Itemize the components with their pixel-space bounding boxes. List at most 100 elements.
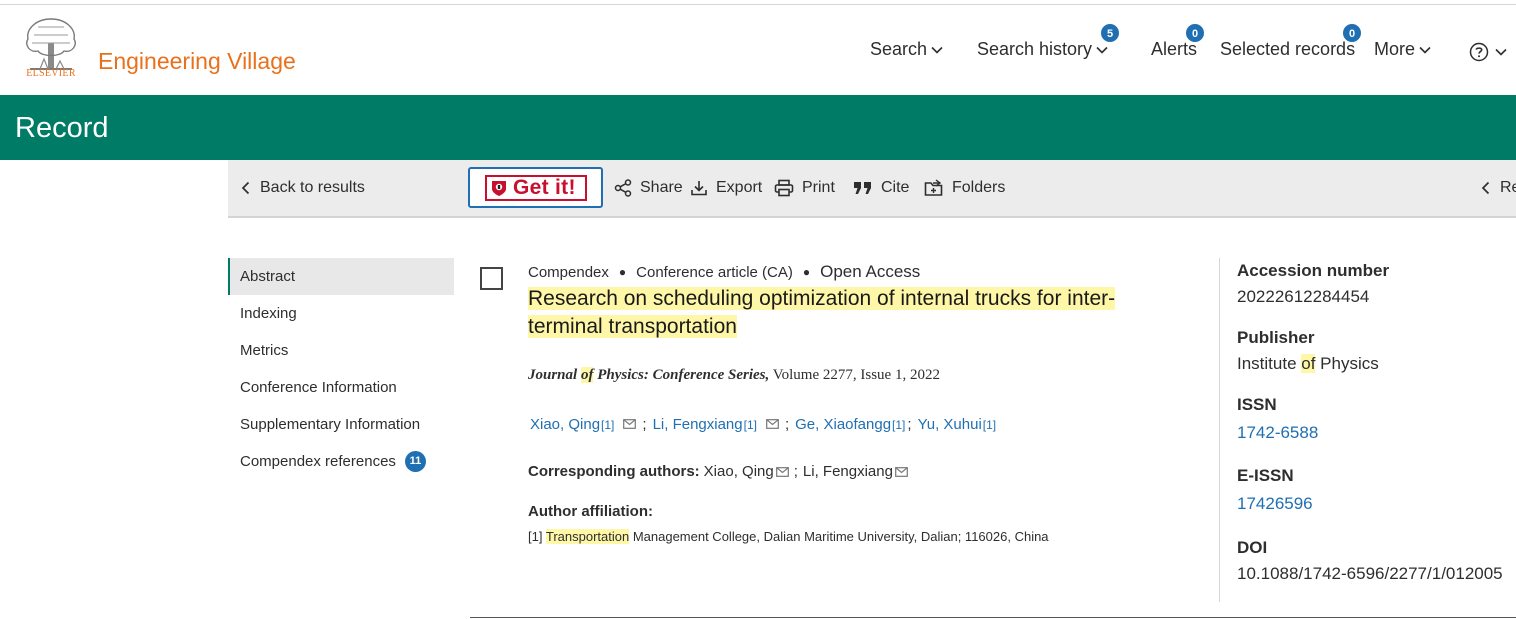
cite-label: Cite — [881, 179, 910, 196]
section-nav-supplementary-information[interactable]: Supplementary Information — [228, 406, 454, 443]
section-nav-label: Abstract — [240, 268, 296, 285]
author-link[interactable]: Xiao, Qing — [530, 416, 600, 433]
print-label: Print — [802, 179, 835, 196]
share-button[interactable]: Share — [614, 160, 683, 216]
nav-help[interactable] — [1469, 42, 1507, 62]
get-it-button[interactable]: Get it! — [468, 167, 603, 208]
chevron-left-icon — [1481, 181, 1490, 195]
affiliation-ref: [1] — [528, 529, 543, 544]
share-label: Share — [640, 179, 683, 196]
database-name: Compendex — [528, 263, 609, 281]
previous-record-link[interactable]: Re — [1480, 160, 1516, 216]
back-to-results-link[interactable]: Back to results — [240, 160, 365, 216]
chevron-down-icon — [1096, 46, 1108, 54]
email-icon[interactable] — [623, 419, 637, 429]
site-header: ELSEVIER Engineering Village Search Sear… — [0, 5, 1516, 95]
record-meta: Compendex ● Conference article (CA) ● Op… — [528, 262, 920, 282]
record-title-text: Research on scheduling optimization of i… — [528, 287, 1116, 338]
record-banner: Record — [0, 95, 1516, 160]
nav-selected-records[interactable]: Selected records — [1220, 39, 1355, 60]
record-section-nav: Abstract Indexing Metrics Conference Inf… — [228, 258, 454, 480]
author-affiliation-ref: [1] — [982, 418, 997, 432]
section-nav-label: Conference Information — [240, 379, 397, 396]
author-affiliation-ref: [1] — [743, 418, 757, 432]
section-nav-abstract[interactable]: Abstract — [228, 258, 454, 295]
issn-link[interactable]: 1742-6588 — [1237, 423, 1318, 443]
author-affiliation-ref: [1] — [892, 418, 906, 432]
folders-button[interactable]: Folders — [924, 160, 1005, 216]
page-title: Record — [15, 112, 109, 144]
selected-records-count-badge: 0 — [1342, 23, 1362, 43]
back-to-results-label: Back to results — [260, 179, 365, 196]
author-separator: ; — [784, 416, 790, 433]
nav-selected-records-label: Selected records — [1220, 39, 1356, 59]
nav-search-history[interactable]: Search history — [977, 39, 1108, 60]
meta-separator: ● — [618, 265, 627, 279]
chevron-down-icon — [1419, 46, 1431, 54]
author-separator: ; — [907, 416, 912, 433]
email-icon[interactable] — [766, 419, 779, 429]
printer-icon — [774, 179, 794, 197]
section-nav-indexing[interactable]: Indexing — [228, 295, 454, 332]
folder-add-icon — [924, 179, 943, 196]
chevron-down-icon — [931, 46, 943, 54]
volume-issue-year: Volume 2277, Issue 1, 2022 — [769, 367, 940, 383]
nav-search-history-label: Search history — [977, 39, 1093, 59]
export-button[interactable]: Export — [690, 160, 762, 216]
elsevier-wordmark: ELSEVIER — [26, 68, 76, 79]
section-nav-label: Supplementary Information — [240, 416, 421, 433]
print-button[interactable]: Print — [774, 160, 835, 216]
chevron-down-icon — [1495, 48, 1507, 56]
author-link[interactable]: Yu, Xuhui — [918, 416, 982, 433]
author-separator: ; — [642, 416, 647, 433]
select-record-checkbox[interactable] — [480, 267, 503, 290]
publisher-part: Physics — [1315, 354, 1379, 373]
eissn-label: E-ISSN — [1237, 466, 1294, 485]
publisher-value: Institute of Physics — [1237, 354, 1379, 374]
publisher-highlight: of — [1301, 354, 1316, 373]
affiliation-highlight: Transportation — [545, 529, 630, 544]
meta-separator: ● — [802, 265, 811, 279]
nav-search[interactable]: Search — [870, 39, 943, 60]
journal-name-part: Journal — [528, 367, 581, 383]
details-divider — [1219, 258, 1220, 602]
engineering-village-brand[interactable]: Engineering Village — [98, 48, 296, 75]
nav-more[interactable]: More — [1374, 39, 1431, 60]
doi-value[interactable]: 10.1088/1742-6596/2277/1/012005 — [1237, 564, 1503, 584]
publisher-part: Institute — [1237, 354, 1302, 373]
cite-button[interactable]: Cite — [853, 160, 909, 216]
journal-name-part: Physics: Conference Series, — [593, 367, 770, 383]
author-affiliation: [1] Transportation Management College, D… — [528, 529, 1049, 544]
university-seal-icon — [492, 181, 506, 196]
eissn-block: E-ISSN 17426596 — [1237, 466, 1313, 514]
author-affiliation-label: Author affiliation: — [528, 503, 653, 520]
section-nav-label: Metrics — [240, 342, 289, 359]
document-type: Conference article (CA) — [636, 263, 793, 281]
help-circle-icon — [1469, 42, 1489, 62]
author-link[interactable]: Ge, Xiaofangg — [795, 416, 891, 433]
accession-number-label: Accession number — [1237, 261, 1390, 280]
email-icon[interactable] — [775, 466, 789, 477]
accession-number-block: Accession number 20222612284454 — [1237, 261, 1389, 307]
section-nav-label: Indexing — [240, 305, 297, 322]
get-it-label: Get it! — [513, 176, 576, 199]
section-nav-conference-information[interactable]: Conference Information — [228, 369, 454, 406]
previous-record-label: Re — [1500, 179, 1516, 196]
source-citation: Journal of Physics: Conference Series, V… — [528, 367, 940, 384]
affiliation-text: Management College, Dalian Maritime Univ… — [629, 529, 1049, 544]
references-count-badge: 11 — [404, 451, 426, 472]
record-title: Research on scheduling optimization of i… — [528, 285, 1168, 341]
export-label: Export — [716, 179, 763, 196]
corresponding-author: Li, Fengxiang — [802, 463, 893, 480]
publisher-label: Publisher — [1237, 328, 1315, 347]
nav-search-label: Search — [870, 39, 928, 59]
issn-block: ISSN 1742-6588 — [1237, 395, 1318, 443]
email-icon[interactable] — [895, 466, 908, 477]
author-affiliation-ref: [1] — [601, 418, 615, 432]
corresponding-authors: Corresponding authors: Xiao, Qing ; Li, … — [528, 463, 911, 480]
author-link[interactable]: Li, Fengxiang — [653, 416, 743, 433]
section-nav-compendex-references[interactable]: Compendex references 11 — [228, 443, 454, 480]
content-divider — [470, 617, 1516, 618]
section-nav-metrics[interactable]: Metrics — [228, 332, 454, 369]
eissn-link[interactable]: 17426596 — [1237, 494, 1313, 514]
